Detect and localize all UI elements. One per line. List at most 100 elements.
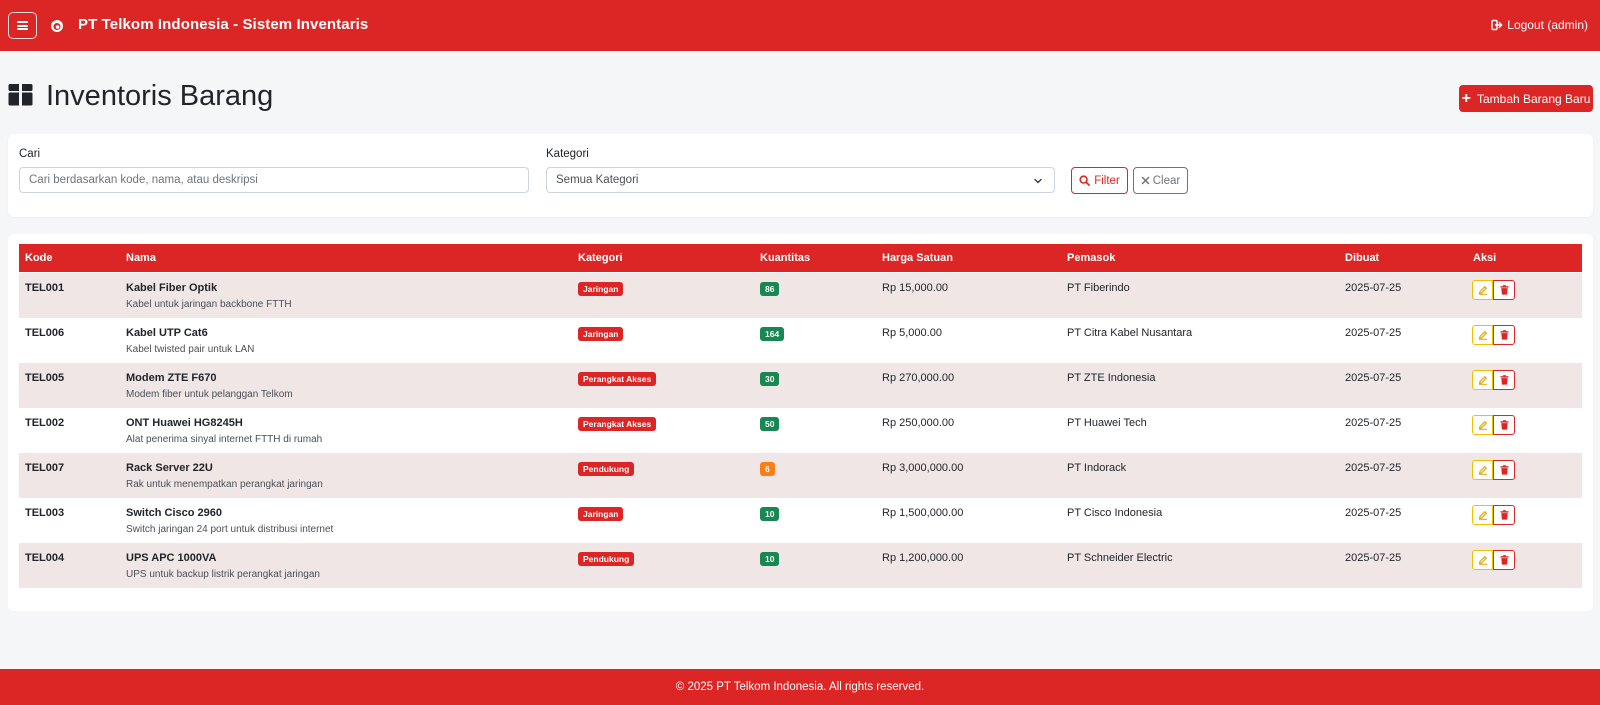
item-description: Kabel untuk jaringan backbone FTTH: [126, 299, 292, 310]
category-badge: Jaringan: [578, 282, 624, 296]
edit-button[interactable]: [1472, 505, 1493, 525]
item-description: Kabel twisted pair untuk LAN: [126, 344, 255, 355]
edit-icon: [1478, 556, 1487, 565]
filter-button-label: Filter: [1094, 174, 1120, 187]
edit-button[interactable]: [1472, 415, 1493, 435]
edit-button[interactable]: [1472, 370, 1493, 390]
table-row: TEL001 Kabel Fiber Optik Kabel untuk jarin…: [19, 273, 1582, 318]
col-header-actions: Aksi: [1473, 252, 1497, 264]
created-date: 2025-07-25: [1345, 462, 1402, 474]
search-input[interactable]: Cari berdasarkan kode, nama, atau deskri…: [19, 167, 529, 193]
edit-icon: [1478, 511, 1487, 520]
trash-icon: [1500, 465, 1508, 475]
unit-price: Rp 15,000.00: [882, 282, 949, 294]
trash-icon: [1500, 285, 1508, 295]
delete-button[interactable]: [1493, 505, 1515, 525]
category-badge: Jaringan: [578, 327, 624, 341]
trash-icon: [1500, 420, 1508, 430]
chevron-down-icon: [1034, 178, 1042, 184]
category-badge: Perangkat Akses: [578, 372, 657, 386]
edit-button[interactable]: [1472, 550, 1493, 570]
filter-button[interactable]: Filter: [1071, 167, 1128, 194]
sign-out-icon: [1491, 19, 1503, 31]
category-select[interactable]: Semua Kategori: [546, 167, 1055, 193]
item-description: Modem fiber untuk pelanggan Telkom: [126, 389, 293, 400]
supplier-name: PT Huawei Tech: [1067, 417, 1147, 429]
logout-link[interactable]: Logout (admin): [1491, 18, 1588, 32]
col-header-name: Nama: [126, 252, 156, 264]
footer: © 2025 PT Telkom Indonesia. All rights r…: [0, 669, 1600, 705]
trash-icon: [1500, 510, 1508, 520]
table-row: TEL002 ONT Huawei HG8245H Alat penerima si…: [19, 408, 1582, 453]
item-name: Modem ZTE F670: [126, 372, 217, 384]
col-header-created: Dibuat: [1345, 252, 1380, 264]
table-header: Kode Nama Kategori Kuantitas Harga Satua…: [19, 244, 1582, 272]
plus-icon: +: [1461, 89, 1471, 107]
item-name: Switch Cisco 2960: [126, 507, 222, 519]
add-item-label: Tambah Barang Baru: [1476, 91, 1591, 106]
category-label: Kategori: [546, 148, 589, 160]
col-header-category: Kategori: [578, 252, 623, 264]
search-label: Cari: [19, 148, 41, 160]
page-title: Inventoris Barang: [46, 80, 274, 112]
col-header-quantity: Kuantitas: [760, 252, 811, 264]
item-name: UPS APC 1000VA: [126, 552, 217, 564]
item-description: Alat penerima sinyal internet FTTH di ru…: [126, 434, 323, 445]
table-row: TEL003 Switch Cisco 2960 Switch jaringan 2…: [19, 498, 1582, 543]
item-description: Switch jaringan 24 port untuk distribusi…: [126, 524, 334, 535]
col-header-code: Kode: [25, 252, 53, 264]
quantity-badge: 10: [760, 552, 780, 566]
unit-price: Rp 5,000.00: [882, 327, 942, 339]
quantity-badge: 10: [760, 507, 780, 521]
menu-toggle-button[interactable]: [8, 12, 37, 39]
supplier-name: PT Indorack: [1067, 462, 1127, 474]
delete-button[interactable]: [1493, 550, 1515, 570]
clear-button[interactable]: Clear: [1133, 167, 1188, 194]
edit-icon: [1478, 331, 1487, 340]
clear-button-label: Clear: [1152, 174, 1181, 187]
top-navbar: PT Telkom Indonesia - Sistem Inventaris …: [0, 0, 1600, 51]
item-name: ONT Huawei HG8245H: [126, 417, 243, 429]
x-icon: [1141, 176, 1149, 185]
col-header-supplier: Pemasok: [1067, 252, 1116, 264]
item-description: Rak untuk menempatkan perangkat jaringan: [126, 479, 323, 490]
edit-button[interactable]: [1472, 325, 1493, 345]
item-code: TEL003: [25, 507, 65, 519]
item-code: TEL001: [25, 282, 65, 294]
item-code: TEL007: [25, 462, 65, 474]
logout-label: Logout (admin): [1507, 18, 1588, 32]
item-code: TEL002: [25, 417, 65, 429]
brand-title[interactable]: PT Telkom Indonesia - Sistem Inventaris: [78, 16, 368, 33]
trash-icon: [1500, 375, 1508, 385]
add-item-button[interactable]: + Tambah Barang Baru: [1459, 85, 1593, 112]
created-date: 2025-07-25: [1345, 417, 1402, 429]
category-badge: Pendukung: [578, 462, 635, 476]
created-date: 2025-07-25: [1345, 552, 1402, 564]
quantity-badge: 164: [760, 327, 785, 341]
delete-button[interactable]: [1493, 370, 1515, 390]
edit-icon: [1478, 421, 1487, 430]
edit-icon: [1478, 466, 1487, 475]
item-name: Rack Server 22U: [126, 462, 213, 474]
search-icon: [1079, 175, 1091, 186]
edit-button[interactable]: [1472, 280, 1493, 300]
supplier-name: PT Schneider Electric: [1067, 552, 1173, 564]
created-date: 2025-07-25: [1345, 327, 1402, 339]
quantity-badge: 30: [760, 372, 780, 386]
supplier-name: PT Cisco Indonesia: [1067, 507, 1163, 519]
category-badge: Perangkat Akses: [578, 417, 657, 431]
supplier-name: PT Citra Kabel Nusantara: [1067, 327, 1193, 339]
edit-button[interactable]: [1472, 460, 1493, 480]
col-header-price: Harga Satuan: [882, 252, 953, 264]
table-row: TEL006 Kabel UTP Cat6 Kabel twisted pair u…: [19, 318, 1582, 363]
box-icon: [8, 84, 33, 106]
table-row: TEL005 Modem ZTE F670 Modem fiber untuk pe…: [19, 363, 1582, 408]
quantity-badge: 50: [760, 417, 780, 431]
trash-icon: [1500, 330, 1508, 340]
edit-icon: [1478, 376, 1487, 385]
delete-button[interactable]: [1493, 325, 1515, 345]
delete-button[interactable]: [1493, 415, 1515, 435]
delete-button[interactable]: [1493, 460, 1515, 480]
category-badge: Jaringan: [578, 507, 624, 521]
delete-button[interactable]: [1493, 280, 1515, 300]
